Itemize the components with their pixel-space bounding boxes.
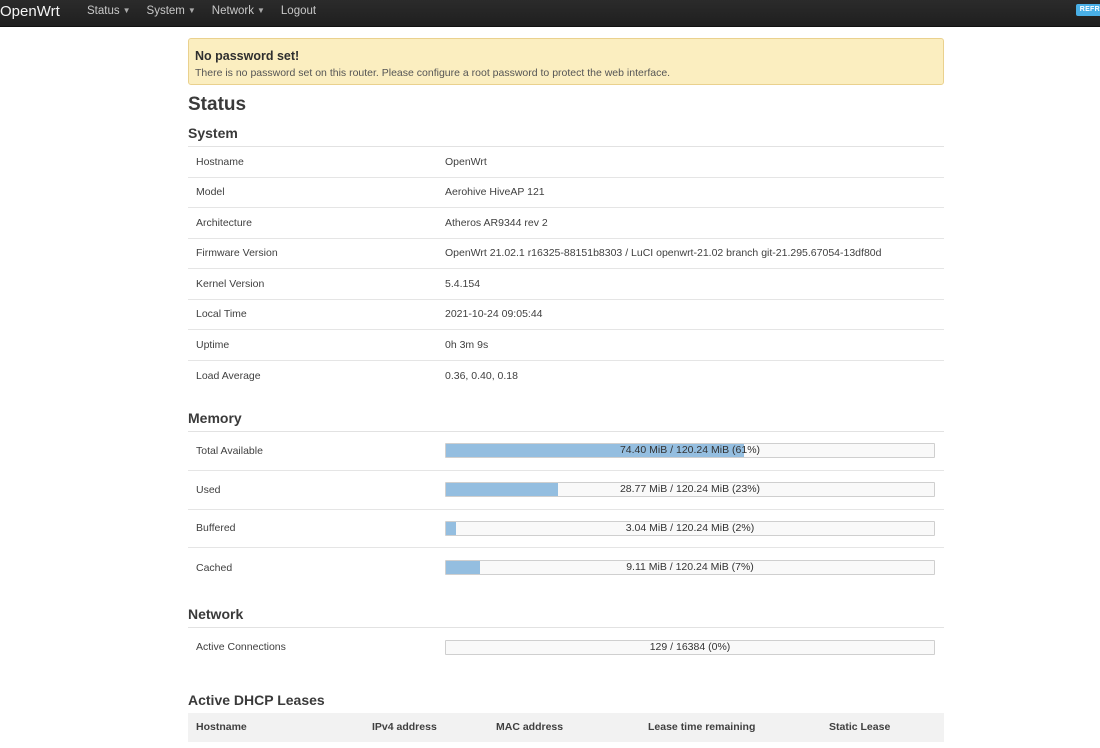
menu-network[interactable]: Network ▼ [212, 0, 265, 27]
column-header[interactable]: Static Lease [821, 721, 944, 733]
table-row: Load Average 0.36, 0.40, 0.18 [188, 361, 944, 392]
no-password-alert: No password set! There is no password se… [188, 38, 944, 85]
table-row: Uptime 0h 3m 9s [188, 330, 944, 361]
chevron-down-icon: ▼ [187, 6, 196, 15]
column-header[interactable]: Hostname [188, 721, 364, 733]
dhcp-heading: Active DHCP Leases [188, 691, 325, 708]
network-table: Active Connections 129 / 16384 (0%) [188, 628, 944, 667]
row-label: Firmware Version [196, 247, 278, 260]
menu-network-label: Network [211, 5, 254, 17]
progress-text: 129 / 16384 (0%) [649, 640, 731, 653]
progress-text: 3.04 MiB / 120.24 MiB (2%) [625, 521, 755, 534]
row-value: OpenWrt [445, 155, 487, 168]
menu-status[interactable]: Status ▼ [87, 0, 131, 27]
column-header[interactable]: MAC address [488, 721, 640, 733]
row-label: Total Available [196, 444, 263, 457]
progress-bar: 9.11 MiB / 120.24 MiB (7%) [445, 560, 935, 576]
row-label: Used [196, 483, 221, 496]
alert-title: No password set! [195, 49, 300, 63]
row-value: OpenWrt 21.02.1 r16325-88151b8303 / LuCI… [445, 247, 882, 260]
main-menu: Status ▼ System ▼ Network ▼ Logout [87, 0, 332, 27]
dhcp-table-header: Hostname IPv4 address MAC address Lease … [188, 712, 944, 742]
row-label: Uptime [196, 338, 230, 351]
column-header[interactable]: IPv4 address [364, 721, 488, 733]
alert-message: There is no password set on this router.… [195, 67, 671, 79]
table-row: Hostname OpenWrt [188, 147, 944, 178]
table-row: Local Time 2021-10-24 09:05:44 [188, 300, 944, 330]
page-title: Status [188, 94, 247, 115]
progress-bar: 3.04 MiB / 120.24 MiB (2%) [445, 520, 935, 536]
row-label: Buffered [196, 522, 236, 535]
network-heading: Network [188, 605, 944, 628]
row-label: Active Connections [196, 641, 286, 654]
progress-bar: 28.77 MiB / 120.24 MiB (23%) [445, 482, 935, 498]
menu-system[interactable]: System ▼ [147, 0, 196, 27]
row-label: Architecture [196, 216, 253, 229]
table-row: Active Connections 129 / 16384 (0%) [188, 628, 944, 667]
row-label: Hostname [196, 155, 244, 168]
menu-status-label: Status [87, 5, 120, 17]
memory-heading: Memory [188, 409, 944, 432]
row-label: Local Time [196, 308, 247, 321]
brand-logo[interactable]: OpenWrt [0, 0, 60, 27]
row-label: Cached [196, 561, 233, 574]
table-row: Total Available 74.40 MiB / 120.24 MiB (… [188, 432, 944, 471]
progress-text: 28.77 MiB / 120.24 MiB (23%) [619, 483, 761, 496]
memory-section: Memory Total Available 74.40 MiB / 120.2… [188, 409, 944, 587]
progress-bar: 129 / 16384 (0%) [445, 639, 935, 655]
network-section: Network Active Connections 129 / 16384 (… [188, 605, 944, 667]
top-navbar: OpenWrt Status ▼ System ▼ Network ▼ Logout … [0, 0, 1100, 27]
row-value: Atheros AR9344 rev 2 [445, 216, 548, 229]
refresh-badge[interactable]: REFR [1075, 4, 1100, 16]
menu-logout[interactable]: Logout [281, 0, 316, 27]
table-row: Used 28.77 MiB / 120.24 MiB (23%) [188, 471, 944, 510]
chevron-down-icon: ▼ [122, 6, 131, 15]
row-value: 0.36, 0.40, 0.18 [445, 369, 518, 382]
system-table: Hostname OpenWrt Model Aerohive HiveAP 121… [188, 147, 944, 391]
progress-text: 9.11 MiB / 120.24 MiB (7%) [626, 561, 754, 574]
table-row: Buffered 3.04 MiB / 120.24 MiB (2%) [188, 510, 944, 549]
row-label: Load Average [196, 369, 261, 382]
row-value: 0h 3m 9s [445, 338, 489, 351]
row-value: Aerohive HiveAP 121 [445, 186, 545, 199]
column-header[interactable]: Lease time remaining [640, 721, 821, 733]
table-row: Kernel Version 5.4.154 [188, 269, 944, 300]
progress-bar: 74.40 MiB / 120.24 MiB (61%) [445, 443, 935, 459]
menu-system-label: System [146, 5, 185, 17]
row-label: Model [196, 186, 225, 199]
row-value: 5.4.154 [445, 277, 481, 290]
dhcp-section: Active DHCP Leases Hostname IPv4 address… [188, 691, 944, 742]
menu-logout-label: Logout [280, 5, 317, 17]
system-section: System Hostname OpenWrt Model Aerohive Hiv… [188, 124, 944, 391]
progress-text: 74.40 MiB / 120.24 MiB (61%) [619, 444, 761, 457]
table-row: Architecture Atheros AR9344 rev 2 [188, 208, 944, 239]
table-row: Cached 9.11 MiB / 120.24 MiB (7%) [188, 548, 944, 587]
memory-table: Total Available 74.40 MiB / 120.24 MiB (… [188, 432, 944, 587]
system-heading: System [188, 124, 944, 147]
table-row: Model Aerohive HiveAP 121 [188, 178, 944, 208]
chevron-down-icon: ▼ [256, 6, 265, 15]
main-content: Status System Hostname OpenWrt Model Aeroh… [188, 92, 944, 742]
table-row: Firmware Version OpenWrt 21.02.1 r16325-8… [188, 239, 944, 269]
row-label: Kernel Version [196, 277, 265, 290]
row-value: 2021-10-24 09:05:44 [445, 308, 543, 321]
